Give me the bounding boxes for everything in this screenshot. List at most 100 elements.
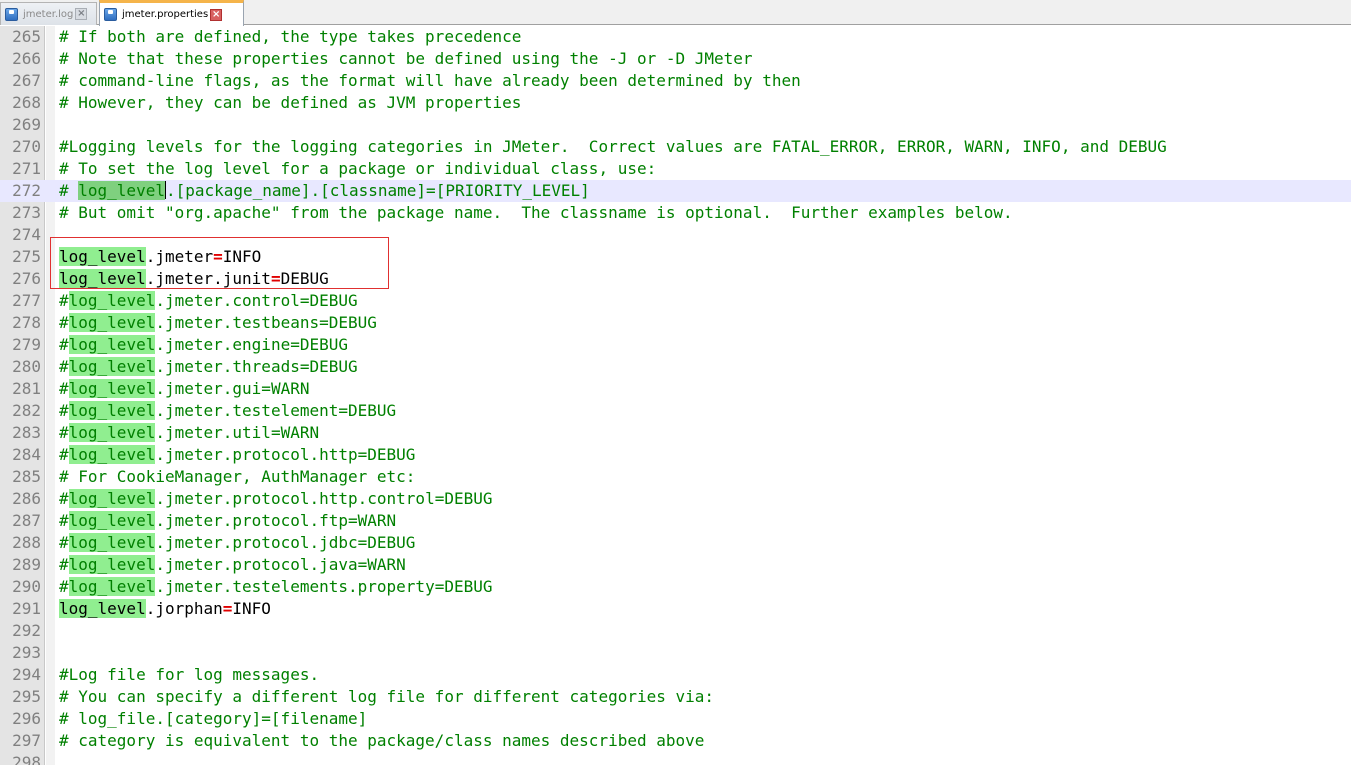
code-token: # xyxy=(59,401,69,420)
tab-jmeter-log[interactable]: jmeter.log × xyxy=(0,2,97,25)
code-line[interactable]: 289 #log_level.jmeter.protocol.java=WARN xyxy=(0,554,1351,576)
code-token: .jmeter.protocol.ftp=WARN xyxy=(155,511,397,530)
highlighted-token: log_level xyxy=(68,533,156,552)
line-text: #log_level.jmeter.gui=WARN xyxy=(59,378,309,400)
code-token: .jmeter.testelements.property=DEBUG xyxy=(155,577,493,596)
current-line[interactable]: 272 # log_level.[package_name].[classname… xyxy=(0,180,1351,202)
code-token: # For CookieManager, AuthManager etc: xyxy=(59,467,416,486)
code-token: # xyxy=(59,555,69,574)
code-line[interactable]: 297 # category is equivalent to the packa… xyxy=(0,730,1351,752)
code-token: #Log file for log messages. xyxy=(59,665,320,684)
code-token: .jmeter.util=WARN xyxy=(155,423,320,442)
line-text: # category is equivalent to the package/… xyxy=(59,730,704,752)
code-line[interactable]: 288 #log_level.jmeter.protocol.jdbc=DEBUG xyxy=(0,532,1351,554)
line-number: 286 xyxy=(12,489,41,508)
code-line[interactable]: 287 #log_level.jmeter.protocol.ftp=WARN xyxy=(0,510,1351,532)
line-text: #log_level.jmeter.threads=DEBUG xyxy=(59,356,358,378)
code-line[interactable]: 269 xyxy=(0,114,1351,136)
code-editor[interactable]: 265 # If both are defined, the type takes… xyxy=(0,26,1351,765)
code-token: # However, they can be defined as JVM pr… xyxy=(59,93,522,112)
code-line[interactable]: 273 # But omit "org.apache" from the pack… xyxy=(0,202,1351,224)
code-line[interactable]: 271 # To set the log level for a package … xyxy=(0,158,1351,180)
code-line[interactable]: 293 xyxy=(0,642,1351,664)
code-line[interactable]: 267 # command-line flags, as the format w… xyxy=(0,70,1351,92)
code-token: # You can specify a different log file f… xyxy=(59,687,715,706)
code-line[interactable]: 265 # If both are defined, the type takes… xyxy=(0,26,1351,48)
code-line[interactable]: 266 # Note that these properties cannot b… xyxy=(0,48,1351,70)
code-line[interactable]: 298 xyxy=(0,752,1351,765)
code-token: # xyxy=(59,577,69,596)
code-line[interactable]: 285 # For CookieManager, AuthManager etc: xyxy=(0,466,1351,488)
line-number: 266 xyxy=(12,49,41,68)
close-icon[interactable]: × xyxy=(75,8,88,20)
line-number: 281 xyxy=(12,379,41,398)
code-token: # To set the log level for a package or … xyxy=(59,159,657,178)
code-token: DEBUG xyxy=(280,269,329,288)
code-line[interactable]: 284 #log_level.jmeter.protocol.http=DEBUG xyxy=(0,444,1351,466)
line-text: #log_level.jmeter.testbeans=DEBUG xyxy=(59,312,377,334)
code-line[interactable]: 277 #log_level.jmeter.control=DEBUG xyxy=(0,290,1351,312)
code-line[interactable]: 281 #log_level.jmeter.gui=WARN xyxy=(0,378,1351,400)
code-line[interactable]: 295 # You can specify a different log fil… xyxy=(0,686,1351,708)
code-token: # xyxy=(59,379,69,398)
tab-label: jmeter.log xyxy=(23,8,74,20)
code-line[interactable]: 278 #log_level.jmeter.testbeans=DEBUG xyxy=(0,312,1351,334)
highlighted-token: log_level xyxy=(68,577,156,596)
line-text: log_level.jmeter=INFO xyxy=(59,246,261,268)
code-line[interactable]: 279 #log_level.jmeter.engine=DEBUG xyxy=(0,334,1351,356)
code-line[interactable]: 280 #log_level.jmeter.threads=DEBUG xyxy=(0,356,1351,378)
code-token: INFO xyxy=(232,599,271,618)
code-line[interactable]: 283 #log_level.jmeter.util=WARN xyxy=(0,422,1351,444)
code-token: # xyxy=(59,445,69,464)
line-text: #Log file for log messages. xyxy=(59,664,319,686)
tab-jmeter-properties[interactable]: jmeter.properties × xyxy=(99,0,244,26)
code-line[interactable]: 290 #log_level.jmeter.testelements.proper… xyxy=(0,576,1351,598)
line-text: #log_level.jmeter.control=DEBUG xyxy=(59,290,358,312)
code-token: # xyxy=(59,313,69,332)
highlighted-token: log_level xyxy=(68,291,156,310)
line-text: #Logging levels for the logging categori… xyxy=(59,136,1167,158)
code-line[interactable]: 268 # However, they can be defined as JVM… xyxy=(0,92,1351,114)
code-token: .jmeter.junit xyxy=(145,269,271,288)
code-token: # category is equivalent to the package/… xyxy=(59,731,705,750)
highlighted-token: log_level xyxy=(59,247,146,266)
line-text: # But omit "org.apache" from the package… xyxy=(59,202,1013,224)
code-line[interactable]: 286 #log_level.jmeter.protocol.http.contr… xyxy=(0,488,1351,510)
highlighted-token: log_level xyxy=(68,379,156,398)
code-line[interactable]: 270 #Logging levels for the logging categ… xyxy=(0,136,1351,158)
line-text: # If both are defined, the type takes pr… xyxy=(59,26,521,48)
line-number: 292 xyxy=(12,621,41,640)
line-number: 279 xyxy=(12,335,41,354)
code-line[interactable]: 274 xyxy=(0,224,1351,246)
code-line[interactable]: 291 log_level.jorphan=INFO xyxy=(0,598,1351,620)
highlighted-token: log_level xyxy=(68,401,156,420)
code-token: .jmeter.testelement=DEBUG xyxy=(155,401,397,420)
line-text: # However, they can be defined as JVM pr… xyxy=(59,92,521,114)
line-number: 268 xyxy=(12,93,41,112)
code-token: .jmeter.protocol.http=DEBUG xyxy=(155,445,416,464)
code-line[interactable]: 275 log_level.jmeter=INFO xyxy=(0,246,1351,268)
code-token: INFO xyxy=(222,247,262,266)
code-token: .jmeter.control=DEBUG xyxy=(155,291,358,310)
line-number: 288 xyxy=(12,533,41,552)
code-line[interactable]: 294 #Log file for log messages. xyxy=(0,664,1351,686)
code-line[interactable]: 296 # log_file.[category]=[filename] xyxy=(0,708,1351,730)
line-number: 269 xyxy=(12,115,41,134)
code-line[interactable]: 292 xyxy=(0,620,1351,642)
line-text: # For CookieManager, AuthManager etc: xyxy=(59,466,415,488)
code-token: # xyxy=(59,423,69,442)
line-text: #log_level.jmeter.engine=DEBUG xyxy=(59,334,348,356)
line-text: # You can specify a different log file f… xyxy=(59,686,714,708)
close-icon[interactable]: × xyxy=(210,8,223,21)
code-token: # xyxy=(59,357,69,376)
line-number: 290 xyxy=(12,577,41,596)
line-number: 270 xyxy=(12,137,41,156)
tab-label: jmeter.properties xyxy=(122,9,209,20)
code-token: # xyxy=(59,489,69,508)
line-text: # Note that these properties cannot be d… xyxy=(59,48,753,70)
code-line[interactable]: 282 #log_level.jmeter.testelement=DEBUG xyxy=(0,400,1351,422)
line-text: #log_level.jmeter.protocol.ftp=WARN xyxy=(59,510,396,532)
line-number: 276 xyxy=(12,269,41,288)
code-line[interactable]: 276 log_level.jmeter.junit=DEBUG xyxy=(0,268,1351,290)
line-text: #log_level.jmeter.util=WARN xyxy=(59,422,319,444)
